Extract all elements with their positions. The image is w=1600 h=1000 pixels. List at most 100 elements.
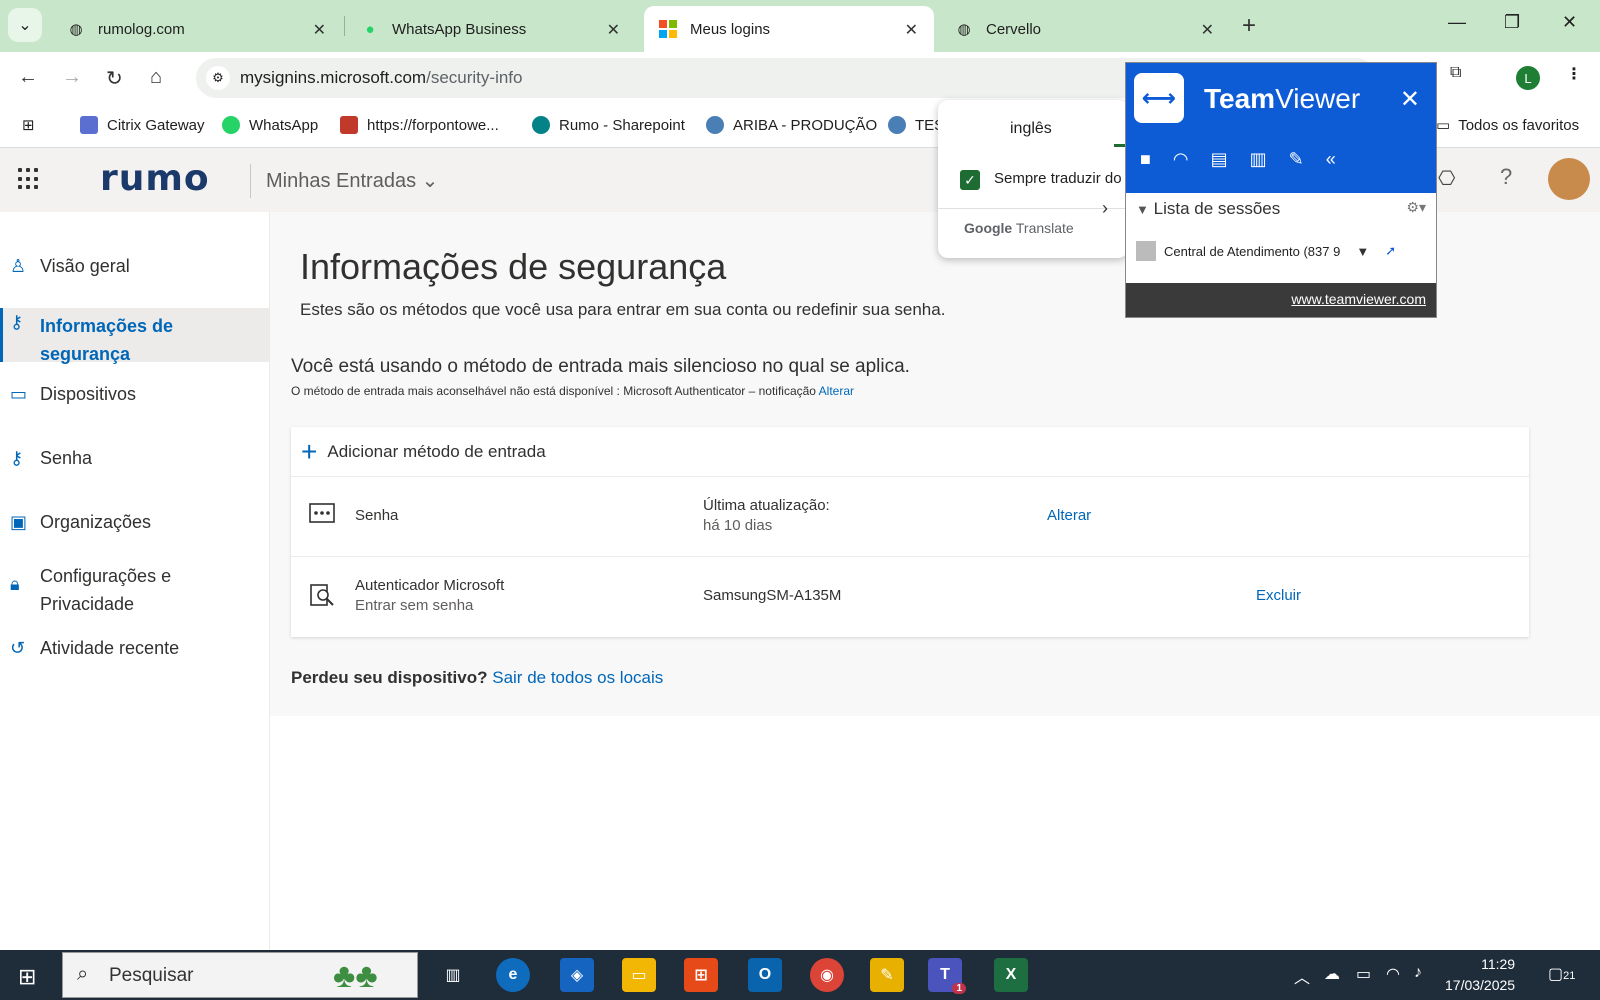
teamviewer-link[interactable]: www.teamviewer.com xyxy=(1291,291,1426,307)
close-icon[interactable]: ✕ xyxy=(1400,85,1420,114)
back-icon[interactable]: ← xyxy=(18,66,38,89)
user-avatar[interactable] xyxy=(1548,158,1590,200)
close-tab-icon[interactable]: ✕ xyxy=(1201,20,1214,40)
bookmark-citrix[interactable]: Citrix Gateway xyxy=(80,116,205,134)
history-icon: ↺ xyxy=(10,638,26,658)
file-explorer-icon[interactable]: ▭ xyxy=(622,958,656,992)
windows-start-icon[interactable]: ⊞ xyxy=(18,964,36,990)
close-tab-icon[interactable]: ✕ xyxy=(905,20,918,40)
app-title-dropdown[interactable]: Minhas Entradas ⌄ xyxy=(266,168,438,193)
tab-cervello[interactable]: ◍ Cervello ✕ xyxy=(940,6,1230,52)
excel-icon[interactable]: X xyxy=(994,958,1028,992)
new-tab-button[interactable]: + xyxy=(1242,12,1256,40)
teams-icon[interactable]: T1 xyxy=(928,958,966,994)
globe-icon: ◍ xyxy=(69,21,83,38)
whatsapp-icon xyxy=(222,116,240,134)
collapse-icon[interactable]: « xyxy=(1326,149,1336,170)
left-navigation: ♙ Visão geral ⚷ Informações de segurança ▭… xyxy=(0,212,270,950)
reload-icon[interactable]: ↻ xyxy=(106,66,123,91)
outlook-icon[interactable]: O xyxy=(748,958,782,992)
session-dropdown-icon[interactable]: ▼ xyxy=(1356,244,1369,259)
taskbar-search[interactable]: ⌕ Pesquisar ♣♣ xyxy=(62,952,418,998)
gear-icon[interactable]: ⚙▾ xyxy=(1406,199,1426,216)
nav-password[interactable]: ⚷ Senha xyxy=(0,448,269,478)
task-view-icon[interactable]: ▥ xyxy=(436,958,470,992)
bookmark-ariba[interactable]: ARIBA - PRODUÇÃO xyxy=(706,116,877,134)
battery-icon[interactable]: ▭ xyxy=(1356,964,1371,984)
always-translate-checkbox[interactable]: ✓ xyxy=(960,170,980,190)
video-icon[interactable]: ■ xyxy=(1140,149,1151,170)
tab-rumolog[interactable]: ◍ rumolog.com ✕ xyxy=(52,6,342,52)
org-chart-icon[interactable]: ⎔ xyxy=(1438,166,1455,191)
onedrive-icon[interactable]: ☁ xyxy=(1324,964,1340,984)
default-method-heading: Você está usando o método de entrada mai… xyxy=(291,356,910,377)
chevron-right-icon[interactable]: › xyxy=(1102,198,1108,219)
default-method-note: O método de entrada mais aconselhável nã… xyxy=(291,384,854,398)
close-window-button[interactable]: ✕ xyxy=(1562,12,1577,33)
nav-organizations[interactable]: ▣ Organizações xyxy=(0,512,269,542)
chat-icon[interactable]: ▤ xyxy=(1211,149,1228,170)
nav-security-info[interactable]: ⚷ Informações de segurança xyxy=(0,308,269,364)
chrome-icon[interactable]: ◉ xyxy=(810,958,844,992)
delete-method-link[interactable]: Excluir xyxy=(1256,587,1301,604)
session-list-header[interactable]: ▼ Lista de sessões xyxy=(1136,199,1280,219)
extensions-icon[interactable]: ⧉ xyxy=(1450,64,1461,82)
method-name: Senha xyxy=(355,507,399,524)
app-launcher-icon[interactable] xyxy=(18,168,40,190)
page-subtitle: Estes são os métodos que você usa para e… xyxy=(300,300,946,319)
url-text[interactable]: mysignins.microsoft.com/security-info xyxy=(240,68,522,88)
edge-icon[interactable]: e xyxy=(496,958,530,992)
nav-overview[interactable]: ♙ Visão geral xyxy=(0,256,269,286)
headset-icon[interactable]: ◠ xyxy=(1173,149,1189,170)
files-icon[interactable]: ▥ xyxy=(1250,149,1267,170)
home-icon[interactable]: ⌂ xyxy=(150,66,162,89)
nav-label: Senha xyxy=(40,448,93,468)
change-default-link[interactable]: Alterar xyxy=(819,384,854,398)
restore-button[interactable]: ❐ xyxy=(1504,12,1520,33)
close-tab-icon[interactable]: ✕ xyxy=(607,20,620,40)
pen-app-icon[interactable]: ✎ xyxy=(870,958,904,992)
folder-icon: ▭ xyxy=(1436,117,1451,134)
nav-recent-activity[interactable]: ↺ Atividade recente xyxy=(0,638,269,668)
close-tab-icon[interactable]: ✕ xyxy=(313,20,326,40)
apps-grid-icon[interactable]: ⊞ xyxy=(22,116,35,134)
tab-meus-logins[interactable]: Meus logins ✕ xyxy=(644,6,934,52)
bookmark-forponto[interactable]: https://forpontowe... xyxy=(340,116,499,134)
sign-out-everywhere-link[interactable]: Sair de todos os locais xyxy=(492,668,663,687)
forward-icon[interactable]: → xyxy=(62,66,82,89)
add-method-button[interactable]: + Adicionar método de entrada xyxy=(291,427,1529,477)
chevron-up-icon[interactable]: ︿ xyxy=(1294,964,1310,988)
method-updated-label: Última atualização: xyxy=(703,497,830,514)
url-host: mysignins.microsoft.com xyxy=(240,68,427,87)
whiteboard-icon[interactable]: ✎ xyxy=(1289,149,1304,170)
volume-icon[interactable]: ♪ xyxy=(1414,964,1422,982)
change-password-link[interactable]: Alterar xyxy=(1047,507,1091,524)
tab-whatsapp-business[interactable]: ● WhatsApp Business ✕ xyxy=(346,6,636,52)
tab-label: Cervello xyxy=(986,20,1042,38)
notifications-icon[interactable]: ▢21 xyxy=(1548,964,1575,984)
session-item[interactable]: Central de Atendimento (837 9 ▼ ➚ xyxy=(1136,241,1396,261)
site-info-icon[interactable]: ⚙ xyxy=(206,66,230,90)
bookmark-whatsapp[interactable]: WhatsApp xyxy=(222,116,318,134)
method-sub: Entrar sem senha xyxy=(355,597,474,614)
store-icon[interactable]: ⊞ xyxy=(684,958,718,992)
triangle-down-icon: ▼ xyxy=(1136,202,1149,217)
help-icon[interactable]: ? xyxy=(1500,164,1512,190)
menu-icon[interactable]: ⋮ xyxy=(1566,64,1582,84)
all-favorites[interactable]: ▭ Todos os favoritos xyxy=(1436,116,1579,135)
bookmark-tes[interactable]: TES xyxy=(888,116,944,134)
security-shield-icon[interactable]: ◈ xyxy=(560,958,594,992)
minimize-button[interactable]: — xyxy=(1448,12,1466,33)
translate-language-tab[interactable]: inglês xyxy=(1010,120,1052,138)
always-translate-label: Sempre traduzir do xyxy=(994,170,1122,187)
profile-avatar[interactable]: L xyxy=(1516,66,1540,90)
nav-settings-privacy[interactable]: 🔒︎ Configurações e Privacidade xyxy=(0,562,269,618)
notification-count: 21 xyxy=(1563,970,1576,982)
system-clock[interactable]: 11:29 17/03/2025 xyxy=(1445,954,1515,996)
pointer-icon[interactable]: ➚ xyxy=(1385,243,1396,259)
wifi-icon[interactable]: ◠ xyxy=(1386,964,1400,984)
tab-search-button[interactable]: ⌄ xyxy=(8,8,42,42)
person-key-icon: ⚷ xyxy=(10,312,24,332)
nav-devices[interactable]: ▭ Dispositivos xyxy=(0,384,269,414)
bookmark-rumo-sharepoint[interactable]: Rumo - Sharepoint xyxy=(532,116,685,134)
